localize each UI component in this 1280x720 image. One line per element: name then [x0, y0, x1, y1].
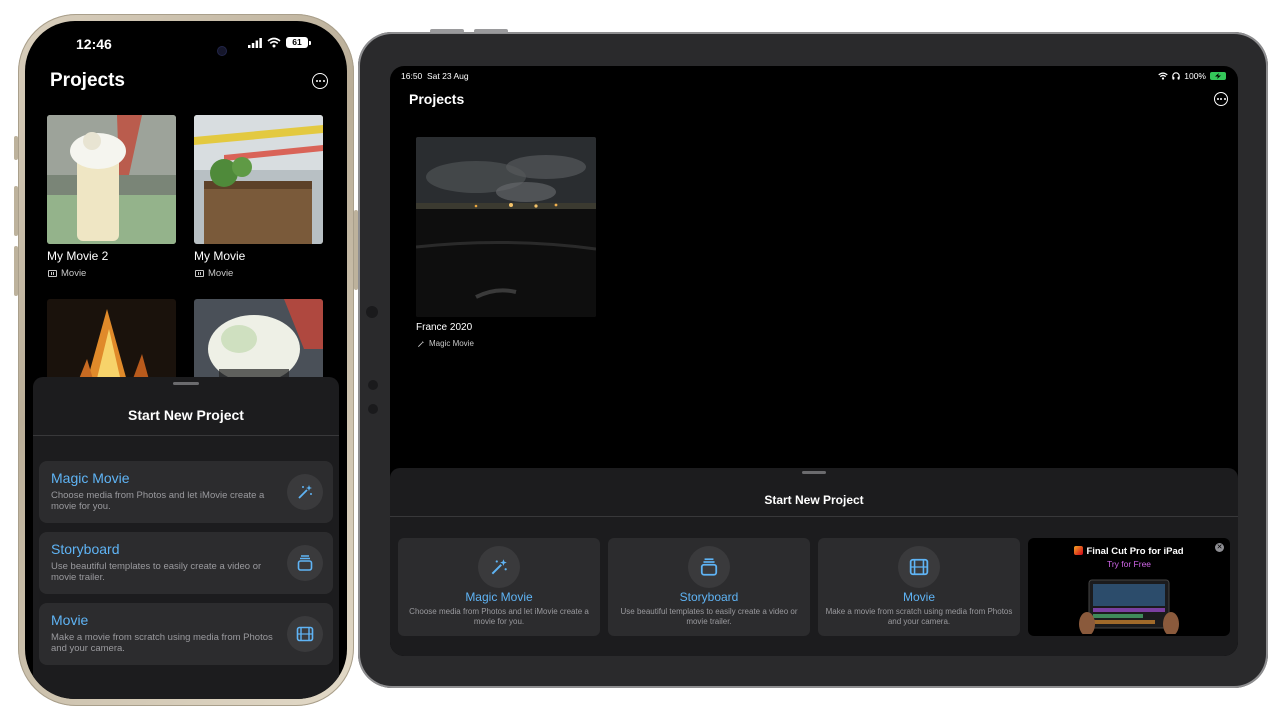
project-type: Movie: [48, 268, 86, 279]
movie-option[interactable]: Movie Make a movie from scratch using me…: [39, 603, 333, 665]
magic-movie-option[interactable]: Magic Movie Choose media from Photos and…: [398, 538, 600, 636]
cellular-signal-icon: [248, 37, 262, 48]
film-icon: [195, 270, 204, 277]
table-plants-photo: [194, 115, 323, 244]
project-thumbnail-my-movie-2[interactable]: [47, 115, 176, 244]
status-bar-icons: 61: [248, 37, 311, 48]
option-description: Use beautiful templates to easily create…: [51, 561, 262, 584]
battery-level: 61: [286, 37, 308, 48]
project-type: Magic Movie: [417, 339, 474, 348]
wifi-icon: [267, 37, 281, 48]
sheet-title: Start New Project: [128, 407, 244, 423]
status-time: 12:46: [76, 36, 112, 52]
status-time: 16:50: [401, 71, 423, 81]
option-description: Choose media from Photos and let iMovie …: [409, 607, 589, 626]
storyboard-icon: [287, 545, 323, 581]
project-title: My Movie: [194, 249, 246, 263]
ipad-camera: [366, 306, 378, 318]
project-thumbnail-my-movie[interactable]: [194, 115, 323, 244]
magic-wand-icon: [418, 340, 425, 347]
headphones-icon: [1172, 72, 1181, 80]
project-type-label: Movie: [61, 268, 87, 279]
ipad-screen: 16:50 Sat 23 Aug 100% Projects France 20…: [390, 66, 1238, 656]
movie-option[interactable]: Movie Make a movie from scratch using me…: [818, 538, 1020, 636]
page-title: Projects: [409, 91, 465, 107]
promo-title: Final Cut Pro for iPad: [1086, 546, 1184, 557]
option-description: Choose media from Photos and let iMovie …: [51, 490, 265, 513]
magic-wand-icon: [478, 546, 520, 588]
iphone-volume-down-button: [14, 246, 18, 296]
storyboard-icon: [688, 546, 730, 588]
project-title: France 2020: [416, 322, 473, 333]
option-description: Make a movie from scratch using media fr…: [51, 632, 273, 655]
storyboard-option[interactable]: Storyboard Use beautiful templates to ea…: [39, 532, 333, 594]
status-date: Sat 23 Aug: [427, 71, 469, 81]
dynamic-island: [153, 37, 245, 65]
iphone-volume-up-button: [14, 186, 18, 236]
project-thumbnail-france-2020[interactable]: [416, 137, 596, 317]
divider: [33, 435, 339, 436]
option-description: Use beautiful templates to easily create…: [620, 607, 798, 626]
more-options-icon[interactable]: [312, 73, 328, 89]
battery-percent: 100%: [1184, 71, 1206, 81]
film-icon: [48, 270, 57, 277]
option-label: Storyboard: [679, 590, 739, 604]
battery-icon: 61: [286, 37, 311, 48]
option-label: Magic Movie: [465, 590, 533, 604]
option-label: Storyboard: [51, 541, 120, 557]
ipad-sensor: [368, 380, 378, 390]
start-new-project-sheet: Start New Project Magic Movie Choose med…: [390, 468, 1238, 656]
sheet-title: Start New Project: [764, 493, 864, 507]
iphone-screen: 12:46 61 Projects My Movie 2 Movie My Mo…: [25, 21, 347, 699]
project-type-label: Movie: [208, 268, 234, 279]
status-bar-icons: 100%: [1158, 71, 1226, 81]
ipad-volume-up-button: [430, 29, 464, 33]
iphone-action-button: [14, 136, 18, 160]
film-icon: [287, 616, 323, 652]
ipad-volume-down-button: [474, 29, 508, 33]
ipad-sensor: [368, 404, 378, 414]
option-label: Movie: [902, 590, 935, 604]
night-factory-photo: [416, 137, 596, 317]
project-type-label: Magic Movie: [429, 339, 474, 348]
page-title: Projects: [50, 70, 125, 91]
final-cut-pro-logo-icon: [1074, 546, 1084, 555]
storyboard-option[interactable]: Storyboard Use beautiful templates to ea…: [608, 538, 810, 636]
more-options-icon[interactable]: [1214, 92, 1228, 106]
milkshake-photo: [47, 115, 176, 244]
promo-title-row: Final Cut Pro for iPad: [1028, 546, 1230, 557]
front-camera: [218, 47, 226, 55]
option-label: Magic Movie: [51, 470, 130, 486]
option-description: Make a movie from scratch using media fr…: [825, 607, 1013, 626]
promo-subtitle: Try for Free: [1106, 559, 1152, 569]
magic-wand-icon: [287, 474, 323, 510]
sheet-grabber[interactable]: [802, 471, 826, 474]
sheet-grabber[interactable]: [173, 382, 199, 385]
promo-ipad-image: [1079, 579, 1179, 634]
start-new-project-sheet: Start New Project Magic Movie Choose med…: [33, 377, 339, 699]
final-cut-pro-promo[interactable]: ✕ Final Cut Pro for iPad Try for Free: [1028, 538, 1230, 636]
film-icon: [898, 546, 940, 588]
battery-charging-icon: [1210, 72, 1226, 80]
divider: [390, 516, 1238, 517]
option-label: Movie: [51, 612, 89, 628]
project-title: My Movie 2: [47, 249, 109, 263]
status-time-date: 16:50 Sat 23 Aug: [401, 71, 469, 81]
wifi-icon: [1158, 72, 1168, 80]
magic-movie-option[interactable]: Magic Movie Choose media from Photos and…: [39, 461, 333, 523]
project-type: Movie: [195, 268, 233, 279]
